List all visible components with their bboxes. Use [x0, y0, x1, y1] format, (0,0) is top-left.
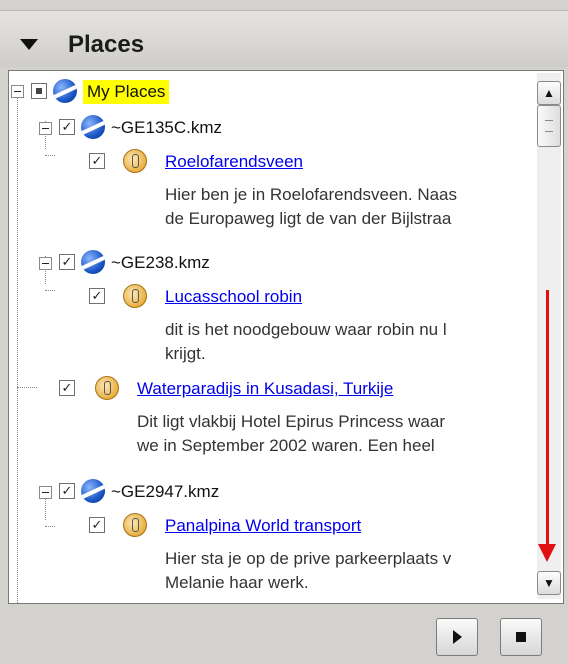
tree-item-folder[interactable]: ✓ ~GE238.kmz: [9, 248, 529, 278]
placemark-description: Hier ben je in Roelofarendsveen. Naas de…: [165, 183, 457, 231]
placemark-link[interactable]: Roelofarendsveen: [165, 152, 303, 172]
item-checkbox[interactable]: ✓: [89, 153, 105, 169]
tour-controls-bar: [0, 606, 568, 664]
item-checkbox[interactable]: ✓: [59, 119, 75, 135]
collapse-toggle[interactable]: [39, 122, 52, 135]
tree-item-my-places[interactable]: My Places: [9, 77, 529, 107]
collapse-triangle-icon[interactable]: [20, 39, 38, 50]
scroll-up-button[interactable]: ▲: [537, 81, 561, 105]
globe-icon: [53, 79, 77, 103]
tree-item-placemark[interactable]: ✓ Waterparadijs in Kusadasi, Turkije: [9, 374, 529, 404]
scroll-down-button[interactable]: ▼: [537, 571, 561, 595]
placemark-icon: [95, 376, 119, 400]
play-icon: [453, 630, 462, 644]
globe-icon: [81, 115, 105, 139]
item-checkbox[interactable]: ✓: [59, 483, 75, 499]
collapse-toggle[interactable]: [39, 486, 52, 499]
annotation-arrow-line: [546, 290, 549, 546]
stop-icon: [516, 632, 526, 642]
collapse-toggle[interactable]: [11, 85, 24, 98]
tree-item-placemark[interactable]: ✓ Panalpina World transport: [9, 511, 529, 541]
collapse-toggle[interactable]: [39, 257, 52, 270]
places-tree: My Places ✓ ~GE135C.kmz ✓ Roelofarendsve…: [8, 70, 564, 604]
tree-item-placemark[interactable]: ✓ Lucasschool robin: [9, 282, 529, 312]
play-button[interactable]: [436, 618, 478, 656]
tree-item-label: ~GE2947.kmz: [111, 482, 220, 501]
placemark-icon: [123, 149, 147, 173]
placemark-link[interactable]: Panalpina World transport: [165, 516, 361, 536]
globe-icon: [81, 479, 105, 503]
description-line: Hier ben je in Roelofarendsveen. Naas: [165, 185, 458, 204]
root-checkbox[interactable]: [31, 83, 47, 99]
description-line: de Europaweg ligt de van der Bijlstraa: [165, 209, 452, 228]
placemark-description: Hier sta je op de prive parkeerplaats v …: [165, 547, 451, 595]
tree-item-label: My Places: [83, 80, 170, 104]
placemark-icon: [123, 284, 147, 308]
description-line: dit is het noodgebouw waar robin nu l: [165, 320, 447, 339]
description-line: Melanie haar werk.: [165, 573, 309, 592]
places-header[interactable]: Places: [0, 10, 568, 67]
description-line: krijgt.: [165, 344, 206, 363]
vertical-scrollbar[interactable]: ▲ ▼: [537, 73, 561, 599]
description-line: Hier sta je op de prive parkeerplaats v: [165, 549, 452, 568]
tree-item-label: ~GE238.kmz: [111, 253, 210, 272]
description-line: Dit ligt vlakbij Hotel Epirus Princess w…: [137, 412, 445, 431]
panel-title: Places: [68, 31, 145, 58]
scroll-thumb[interactable]: [537, 105, 561, 147]
tree-item-label: ~GE135C.kmz: [111, 118, 223, 137]
item-checkbox[interactable]: ✓: [89, 288, 105, 304]
places-panel: Places My Places ✓ ~GE135C.kmz ✓ Roelofa…: [0, 0, 568, 664]
annotation-arrow-head-icon: [538, 544, 556, 562]
item-checkbox[interactable]: ✓: [59, 380, 75, 396]
item-checkbox[interactable]: ✓: [59, 254, 75, 270]
placemark-link[interactable]: Lucasschool robin: [165, 287, 302, 307]
tree-item-folder[interactable]: ✓ ~GE2947.kmz: [9, 477, 529, 507]
placemark-description: dit is het noodgebouw waar robin nu l kr…: [165, 318, 447, 366]
tree-item-placemark[interactable]: ✓ Roelofarendsveen: [9, 147, 529, 177]
tree-item-folder[interactable]: ✓ ~GE135C.kmz: [9, 113, 529, 143]
placemark-description: Dit ligt vlakbij Hotel Epirus Princess w…: [137, 410, 445, 458]
description-line: we in September 2002 waren. Een heel: [137, 436, 435, 455]
placemark-link[interactable]: Waterparadijs in Kusadasi, Turkije: [137, 379, 393, 399]
placemark-icon: [123, 513, 147, 537]
item-checkbox[interactable]: ✓: [89, 517, 105, 533]
globe-icon: [81, 250, 105, 274]
stop-button[interactable]: [500, 618, 542, 656]
